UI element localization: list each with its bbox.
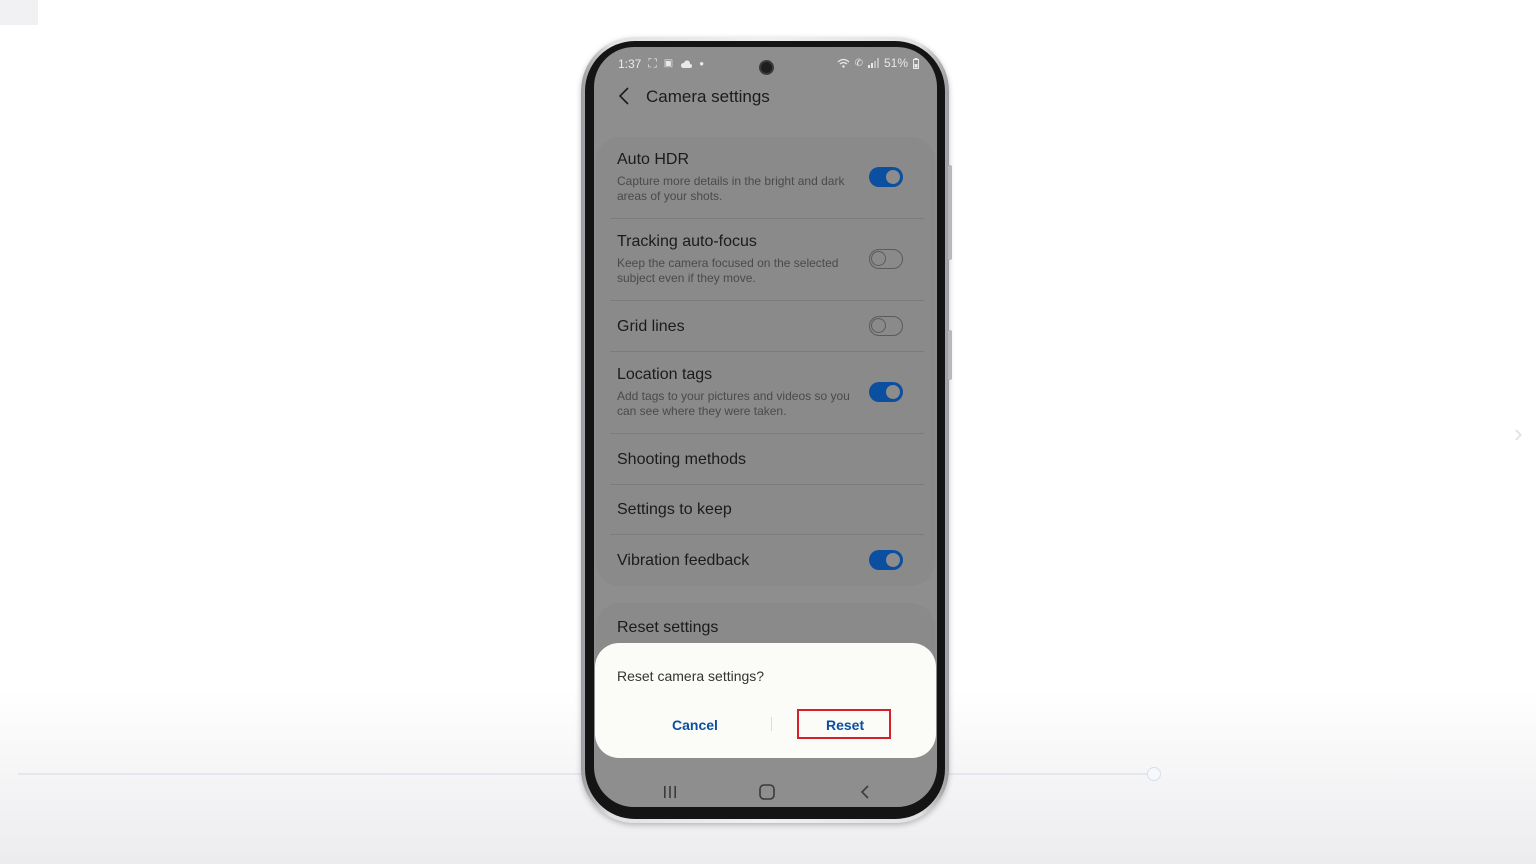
setting-description: Capture more details in the bright and d…	[617, 174, 845, 203]
front-camera	[759, 60, 774, 75]
divider	[610, 351, 924, 352]
setting-location-tags[interactable]: Location tags Add tags to your pictures …	[617, 366, 923, 436]
auto-hdr-toggle[interactable]	[869, 167, 903, 187]
divider	[610, 484, 924, 485]
cloud-icon	[681, 59, 693, 68]
video-progress-knob[interactable]	[1147, 767, 1161, 781]
phone-screen: 1:37 ⛶ ▣ ● ✆ 51% Camera settings Auto HD…	[594, 47, 937, 807]
setting-description: Keep the camera focused on the selected …	[617, 256, 839, 285]
setting-title: Vibration feedback	[617, 552, 750, 569]
chevron-left-icon	[619, 87, 629, 105]
divider	[610, 218, 924, 219]
status-bar-right: ✆ 51%	[837, 56, 919, 70]
setting-title: Settings to keep	[617, 501, 732, 518]
wifi-icon	[837, 58, 850, 68]
volume-button	[948, 165, 952, 260]
setting-tracking-auto-focus[interactable]: Tracking auto-focus Keep the camera focu…	[617, 233, 923, 303]
home-icon	[759, 784, 775, 800]
reset-confirm-dialog: Reset camera settings? Cancel Reset	[595, 643, 936, 758]
setting-title: Tracking auto-focus	[617, 233, 757, 250]
cancel-button[interactable]: Cancel	[672, 717, 718, 733]
power-button	[948, 330, 952, 380]
app-header: Camera settings	[594, 79, 937, 115]
location-tags-toggle[interactable]	[869, 382, 903, 402]
setting-shooting-methods[interactable]: Shooting methods	[617, 449, 923, 481]
setting-auto-hdr[interactable]: Auto HDR Capture more details in the bri…	[617, 151, 923, 221]
page-title: Camera settings	[646, 87, 770, 106]
tracking-auto-focus-toggle[interactable]	[869, 249, 903, 269]
battery-percent: 51%	[883, 56, 908, 70]
back-icon	[860, 785, 869, 799]
dialog-button-divider	[771, 717, 772, 731]
status-time: 1:37	[618, 56, 642, 71]
vibration-feedback-toggle[interactable]	[869, 550, 903, 570]
home-button[interactable]	[759, 784, 775, 800]
setting-grid-lines[interactable]: Grid lines	[617, 316, 923, 348]
setting-title: Shooting methods	[617, 451, 746, 468]
dot-icon: ●	[699, 59, 705, 68]
battery-icon	[913, 57, 919, 69]
dialog-message: Reset camera settings?	[617, 668, 765, 684]
recents-icon	[664, 786, 676, 798]
setting-description: Add tags to your pictures and videos so …	[617, 389, 850, 418]
setting-title: Grid lines	[617, 318, 685, 335]
nav-back-button[interactable]	[857, 784, 873, 800]
back-button[interactable]	[612, 83, 636, 109]
recents-button[interactable]	[662, 784, 678, 800]
system-navbar	[594, 780, 937, 807]
divider	[610, 534, 924, 535]
call-icon: ✆	[854, 57, 863, 69]
setting-vibration-feedback[interactable]: Vibration feedback	[617, 550, 923, 582]
grid-lines-toggle[interactable]	[869, 316, 903, 336]
setting-settings-to-keep[interactable]: Settings to keep	[617, 499, 923, 531]
screen-record-icon: ⛶	[648, 56, 657, 70]
setting-title: Auto HDR	[617, 151, 690, 168]
corner-tab	[0, 0, 38, 25]
setting-title: Location tags	[617, 366, 713, 383]
reset-highlight-box	[797, 709, 891, 739]
status-bar-left: 1:37 ⛶ ▣ ●	[618, 56, 704, 71]
screenshot-icon: ▣	[663, 58, 674, 69]
setting-title: Reset settings	[617, 619, 719, 636]
signal-icon	[867, 58, 879, 68]
divider	[610, 300, 924, 301]
divider	[610, 433, 924, 434]
next-chevron-icon[interactable]: ›	[1514, 418, 1523, 449]
